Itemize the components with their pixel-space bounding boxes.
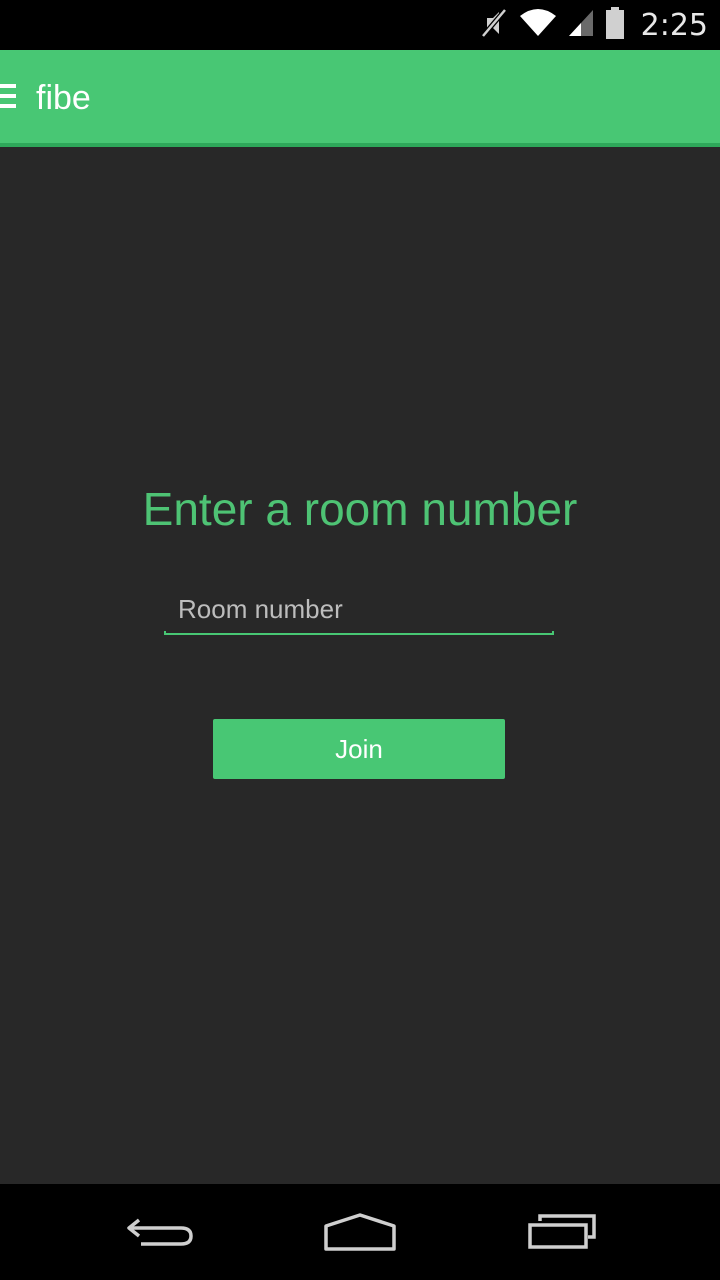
home-icon[interactable] xyxy=(320,1208,400,1256)
mute-icon xyxy=(479,6,509,44)
battery-icon xyxy=(605,6,625,44)
wifi-icon xyxy=(519,8,557,42)
app-bar: fibe xyxy=(0,50,720,147)
app-title: fibe xyxy=(36,79,91,117)
back-icon[interactable] xyxy=(120,1208,200,1256)
field-underline xyxy=(164,631,554,635)
main-content: Enter a room number Join xyxy=(0,147,720,1184)
page-heading: Enter a room number xyxy=(142,483,578,535)
status-icons: 2:25 xyxy=(479,0,708,50)
recents-icon[interactable] xyxy=(522,1208,602,1256)
join-button[interactable]: Join xyxy=(213,719,505,779)
menu-icon[interactable] xyxy=(0,84,18,110)
room-number-input[interactable] xyxy=(164,587,554,631)
status-bar: 2:25 xyxy=(0,0,720,50)
navigation-bar xyxy=(0,1184,720,1280)
status-time: 2:25 xyxy=(640,7,708,43)
signal-icon xyxy=(567,8,595,42)
room-number-field[interactable] xyxy=(164,587,554,635)
